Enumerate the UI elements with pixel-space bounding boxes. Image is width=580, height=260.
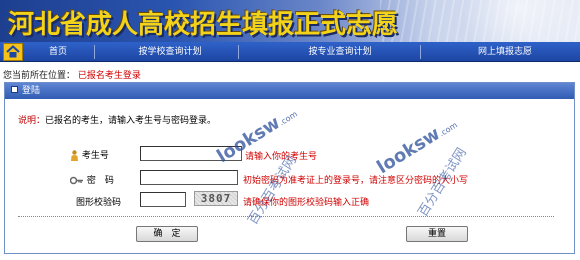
exam-no-hint: 请输入你的考生号 bbox=[245, 152, 318, 162]
home-icon[interactable] bbox=[3, 43, 23, 61]
top-nav: 首页 按学校查询计划 按专业查询计划 网上填报志愿 bbox=[0, 42, 580, 62]
captcha-input[interactable] bbox=[140, 192, 186, 207]
nav-online-fill[interactable]: 网上填报志愿 bbox=[450, 42, 560, 62]
password-label-group: 密 码 bbox=[69, 173, 114, 186]
password-input[interactable] bbox=[140, 170, 238, 185]
divider bbox=[18, 216, 554, 217]
password-label: 密 码 bbox=[86, 176, 114, 186]
instruction-note: 说明：已报名的考生，请输入考生号与密码登录。 bbox=[18, 113, 216, 126]
breadcrumb-prefix: 您当前所在位置： bbox=[3, 71, 76, 81]
breadcrumb: 您当前所在位置： 已报名考生登录 bbox=[3, 68, 141, 81]
confirm-button[interactable]: 确 定 bbox=[136, 226, 198, 242]
nav-by-school[interactable]: 按学校查询计划 bbox=[110, 42, 230, 62]
panel-header: 登陆 bbox=[5, 83, 574, 99]
site-title: 河北省成人高校招生填报正式志愿 bbox=[8, 10, 399, 40]
reset-button[interactable]: 重置 bbox=[406, 226, 468, 242]
person-icon bbox=[70, 150, 79, 161]
key-icon bbox=[69, 176, 84, 185]
square-bullet-icon bbox=[11, 86, 18, 93]
nav-by-major[interactable]: 按专业查询计划 bbox=[280, 42, 400, 62]
captcha-label: 图形校验码 bbox=[76, 198, 122, 208]
exam-no-input[interactable] bbox=[140, 146, 242, 161]
banner-decoration bbox=[380, 0, 580, 42]
nav-home[interactable]: 首页 bbox=[28, 42, 88, 62]
password-hint: 初始密码为准考证上的登录号，请注意区分密码的大小写 bbox=[243, 176, 469, 186]
login-panel: 登陆 bbox=[4, 82, 575, 254]
exam-no-label-group: 考生号 bbox=[70, 148, 109, 161]
note-label: 说明： bbox=[18, 116, 46, 126]
captcha-hint: 请确保你的图形校验码输入正确 bbox=[243, 198, 370, 208]
note-text: 已报名的考生，请输入考生号与密码登录。 bbox=[45, 116, 217, 126]
exam-no-label: 考生号 bbox=[81, 151, 109, 161]
nav-divider bbox=[238, 45, 239, 59]
panel-title: 登陆 bbox=[22, 86, 41, 96]
breadcrumb-current[interactable]: 已报名考生登录 bbox=[78, 71, 141, 81]
nav-divider bbox=[420, 45, 421, 59]
nav-divider bbox=[94, 45, 95, 59]
captcha-image: 3807 bbox=[194, 191, 238, 206]
header-banner: 河北省成人高校招生填报正式志愿 bbox=[0, 0, 580, 42]
